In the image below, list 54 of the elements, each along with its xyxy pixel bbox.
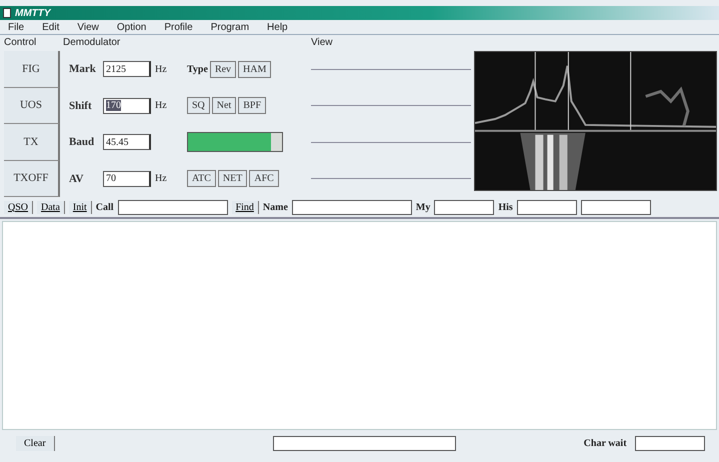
combo-field[interactable]: 70 — [103, 170, 151, 187]
input-field[interactable] — [580, 200, 651, 214]
field-label: Call — [96, 202, 114, 212]
transmit-field[interactable] — [272, 436, 456, 450]
type-label: Type — [187, 64, 208, 75]
type-button[interactable]: HAM — [238, 60, 272, 78]
unit-label: Hz — [155, 173, 167, 184]
combo-field[interactable]: 45.45 — [103, 134, 151, 150]
menu-item[interactable]: View — [75, 22, 101, 32]
char-wait-field[interactable] — [634, 436, 705, 450]
control-button[interactable]: FIG — [4, 51, 60, 88]
qso-button[interactable]: QSO — [4, 200, 34, 214]
group-title: Control — [4, 37, 36, 50]
his-field[interactable] — [516, 200, 577, 214]
field-label: Name — [262, 202, 288, 212]
field-label: Mark — [69, 63, 97, 76]
afc-button[interactable]: NET — [218, 170, 248, 188]
filter-button[interactable]: SQ — [187, 97, 210, 114]
afc-button[interactable]: ATC — [187, 170, 216, 188]
control-button[interactable]: TXOFF — [4, 160, 60, 197]
menu-item[interactable]: Edit — [40, 22, 62, 32]
window-title: MMTTY — [15, 8, 51, 18]
unit-label: Hz — [155, 64, 167, 75]
menu-item[interactable]: Help — [265, 22, 290, 32]
qso-button[interactable]: Init — [68, 200, 92, 214]
name-field[interactable] — [292, 200, 412, 214]
group-title: Demodulator — [63, 37, 120, 50]
control-button[interactable]: UOS — [4, 88, 60, 124]
type-button[interactable]: Rev — [210, 60, 236, 78]
squelch-meter[interactable] — [187, 132, 283, 152]
afc-button[interactable]: AFC — [249, 170, 279, 188]
clear-button[interactable]: Clear — [16, 436, 55, 450]
field-label: AV — [69, 172, 84, 185]
call-field[interactable] — [118, 200, 228, 214]
unit-label: Hz — [155, 100, 167, 112]
filter-button[interactable]: Net — [212, 97, 236, 114]
menu-item[interactable]: Profile — [162, 22, 195, 32]
qso-button[interactable]: Data — [37, 200, 65, 214]
combo-field[interactable]: 2125 — [103, 61, 151, 78]
field-label: Baud — [69, 136, 96, 148]
find-button[interactable]: Find — [232, 200, 259, 214]
field-label: Shift — [69, 100, 93, 112]
my-field[interactable] — [434, 200, 494, 214]
menu-item[interactable]: Program — [208, 22, 252, 32]
group-title: View — [311, 37, 332, 50]
combo-field[interactable]: 170 — [103, 98, 151, 114]
menu-item[interactable]: Option — [114, 22, 148, 32]
menu-item[interactable]: File — [6, 22, 26, 32]
control-button[interactable]: TX — [4, 124, 60, 160]
window-icon[interactable] — [3, 8, 11, 18]
filter-button[interactable]: BPF — [238, 97, 266, 114]
field-label: My — [416, 202, 430, 212]
field-label: Char wait — [584, 438, 627, 448]
field-label: His — [498, 202, 513, 212]
